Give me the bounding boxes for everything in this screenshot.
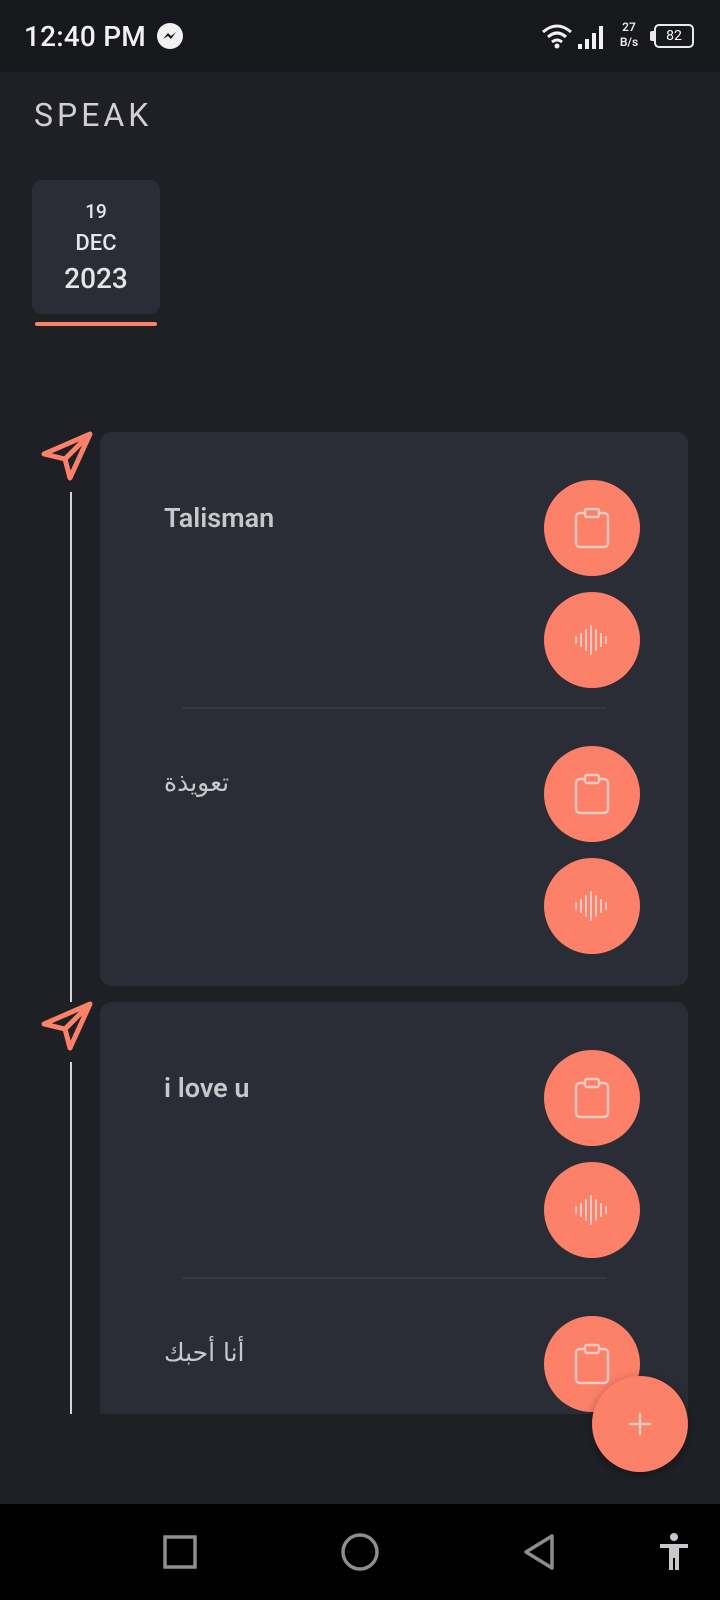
paper-plane-icon [40, 998, 94, 1052]
card-divider [182, 707, 606, 709]
copy-button[interactable] [544, 1050, 640, 1146]
clipboard-icon [574, 773, 610, 815]
timeline-line [70, 492, 72, 1002]
entries-list[interactable]: Talisman تعويذة i love u أنا أحبك [0, 0, 720, 1414]
copy-button[interactable] [544, 480, 640, 576]
translated-text: أنا أحبك [164, 1338, 245, 1367]
source-text: i love u [164, 1072, 250, 1104]
source-text: Talisman [164, 502, 275, 534]
home-circle-icon[interactable] [338, 1530, 382, 1574]
card-divider [182, 1277, 606, 1279]
sound-wave-icon [575, 891, 607, 921]
entry-card: Talisman تعويذة [100, 432, 688, 986]
clipboard-icon [574, 1343, 610, 1385]
translated-text: تعويذة [164, 768, 230, 797]
recents-square-icon[interactable] [158, 1530, 202, 1574]
plus-icon [628, 1412, 652, 1436]
accessibility-icon[interactable] [652, 1530, 696, 1574]
copy-translation-button[interactable] [544, 746, 640, 842]
sound-wave-icon [575, 625, 607, 655]
navigation-bar [0, 1504, 720, 1600]
back-triangle-icon[interactable] [518, 1530, 562, 1574]
speak-button[interactable] [544, 1162, 640, 1258]
entry-card: i love u أنا أحبك [100, 1002, 688, 1414]
speak-button[interactable] [544, 592, 640, 688]
sound-wave-icon [575, 1195, 607, 1225]
clipboard-icon [574, 507, 610, 549]
add-button[interactable] [592, 1376, 688, 1472]
clipboard-icon [574, 1077, 610, 1119]
speak-translation-button[interactable] [544, 858, 640, 954]
timeline-line [70, 1062, 72, 1414]
paper-plane-icon [40, 428, 94, 482]
